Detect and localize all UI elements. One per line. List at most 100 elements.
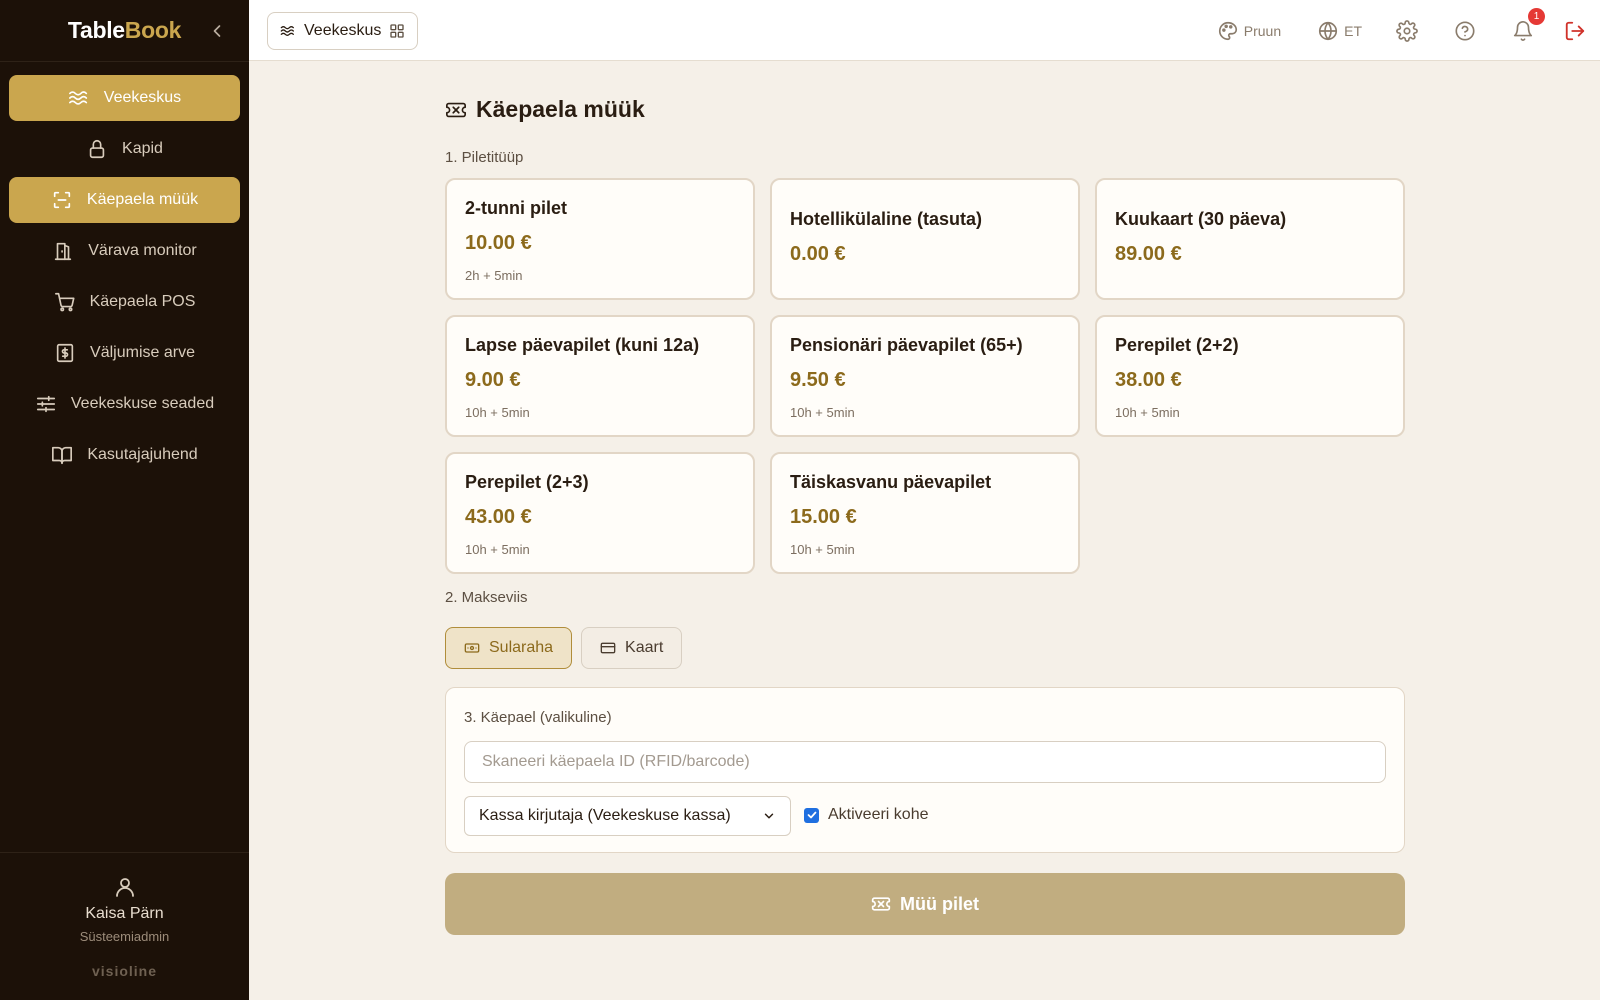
sidebar-item-label: Väljumise arve bbox=[90, 344, 195, 361]
logout-button[interactable] bbox=[1564, 20, 1586, 42]
ticket-price: 38.00 € bbox=[1115, 369, 1182, 391]
ticket-name: Pensionäri päevapilet (65+) bbox=[790, 335, 1023, 355]
app-logo[interactable]: TableBook bbox=[68, 17, 181, 44]
cash-register-selected: Kassa kirjutaja (Veekeskuse kassa) bbox=[479, 807, 731, 824]
credit-card-icon bbox=[600, 642, 616, 654]
sidebar-item-veekeskus[interactable]: Veekeskus bbox=[9, 75, 240, 121]
ticket-icon bbox=[871, 897, 891, 911]
language-label: ET bbox=[1344, 22, 1362, 39]
cash-payment-button[interactable]: Sularaha bbox=[445, 627, 573, 669]
ticket-option[interactable]: Perepilet (2+3) 43.00 € 10h + 5min bbox=[445, 452, 755, 574]
ticket-option[interactable]: Lapse päevapilet (kuni 12a) 9.00 € 10h +… bbox=[445, 315, 755, 437]
venue-switcher[interactable]: Veekeskus bbox=[267, 12, 419, 50]
ticket-price: 0.00 € bbox=[790, 243, 846, 265]
ticket-option[interactable]: 2-tunni pilet 10.00 € 2h + 5min bbox=[445, 178, 755, 300]
receipt-icon bbox=[56, 343, 74, 363]
payment-method-group: Sularaha Kaart bbox=[445, 627, 683, 669]
ticket-duration: 2h + 5min bbox=[465, 268, 523, 283]
door-icon bbox=[55, 242, 72, 261]
activate-now-label: Aktiveeri kohe bbox=[828, 806, 929, 823]
activate-now-checkbox[interactable] bbox=[804, 807, 819, 823]
user-role: Süsteemiadmin bbox=[79, 929, 170, 944]
language-selector[interactable]: ET bbox=[1317, 20, 1362, 42]
ticket-option[interactable]: Täiskasvanu päevapilet 15.00 € 10h + 5mi… bbox=[770, 452, 1080, 574]
ticket-name: Täiskasvanu päevapilet bbox=[790, 472, 992, 492]
sidebar-item-kaepaela-muuk[interactable]: Käepaela müük bbox=[9, 177, 240, 223]
help-button[interactable] bbox=[1454, 20, 1476, 42]
venue-name: Veekeskus bbox=[304, 22, 382, 39]
waves-icon bbox=[68, 91, 87, 105]
wristband-id-input[interactable] bbox=[464, 741, 1386, 783]
settings-button[interactable] bbox=[1396, 19, 1418, 42]
sidebar-item-kaepaela-pos[interactable]: Käepaela POS bbox=[9, 279, 240, 325]
ticket-name: Kuukaart (30 päeva) bbox=[1115, 209, 1287, 229]
top-actions: Pruun ET 1 bbox=[1217, 0, 1600, 61]
ticket-name: Perepilet (2+3) bbox=[465, 472, 589, 492]
sidebar-item-label: Käepaela müük bbox=[86, 191, 199, 208]
sidebar-item-label: Veekeskuse seaded bbox=[70, 395, 215, 412]
ticket-price: 89.00 € bbox=[1115, 243, 1182, 265]
wristband-section: 3. Käepael (valikuline) Kassa kirjutaja … bbox=[445, 687, 1405, 853]
ticket-price: 9.00 € bbox=[465, 369, 521, 391]
ticket-name: Lapse päevapilet (kuni 12a) bbox=[465, 335, 700, 355]
ticket-type-grid: 2-tunni pilet 10.00 € 2h + 5min Hotellik… bbox=[445, 178, 1405, 574]
cart-icon bbox=[54, 292, 75, 312]
ticket-price: 10.00 € bbox=[465, 232, 532, 254]
step3-label: 3. Käepael (valikuline) bbox=[464, 709, 612, 726]
sidebar-item-kasutajajuhend[interactable]: Kasutajajuhend bbox=[9, 432, 240, 478]
ticket-name: 2-tunni pilet bbox=[465, 198, 567, 218]
sell-ticket-button[interactable]: Müü pilet bbox=[445, 873, 1405, 935]
sliders-icon bbox=[36, 395, 55, 413]
globe-icon bbox=[1319, 21, 1338, 40]
ticket-option[interactable]: Hotellikülaline (tasuta) 0.00 € bbox=[770, 178, 1080, 300]
notification-badge: 1 bbox=[1528, 7, 1545, 25]
ticket-duration: 10h + 5min bbox=[465, 405, 530, 420]
chevron-down-icon bbox=[764, 813, 774, 819]
top-bar: Veekeskus Pruun ET 1 bbox=[249, 0, 1600, 61]
palette-icon bbox=[1218, 21, 1237, 40]
theme-selector[interactable]: Pruun bbox=[1217, 20, 1281, 42]
ticket-option[interactable]: Kuukaart (30 päeva) 89.00 € bbox=[1095, 178, 1405, 300]
sidebar-nav: Veekeskus Kapid Käepaela müük Värava mon… bbox=[0, 62, 249, 478]
waves-icon bbox=[280, 26, 294, 36]
card-payment-button[interactable]: Kaart bbox=[581, 627, 683, 669]
ticket-option[interactable]: Pensionäri päevapilet (65+) 9.50 € 10h +… bbox=[770, 315, 1080, 437]
sidebar-item-label: Käepaela POS bbox=[89, 293, 196, 310]
ticket-price: 9.50 € bbox=[790, 369, 846, 391]
user-panel: Kaisa Pärn Süsteemiadmin visioline bbox=[0, 852, 249, 1000]
sidebar-item-label: Värava monitor bbox=[88, 242, 197, 259]
notifications-button[interactable]: 1 bbox=[1512, 7, 1545, 42]
cash-register-select[interactable]: Kassa kirjutaja (Veekeskuse kassa) bbox=[464, 796, 791, 836]
scan-icon bbox=[53, 191, 71, 209]
lock-icon bbox=[89, 139, 105, 159]
activate-now-option: Aktiveeri kohe bbox=[804, 806, 929, 824]
sidebar-item-varava-monitor[interactable]: Värava monitor bbox=[9, 228, 240, 274]
sidebar-item-kapid[interactable]: Kapid bbox=[9, 126, 240, 172]
step2-label: 2. Makseviis bbox=[445, 589, 528, 606]
brand-header: TableBook bbox=[0, 0, 249, 62]
ticket-name: Hotellikülaline (tasuta) bbox=[790, 209, 983, 229]
logout-icon bbox=[1565, 21, 1585, 40]
user-name: Kaisa Pärn bbox=[85, 905, 164, 922]
check-icon bbox=[807, 811, 816, 819]
ticket-duration: 10h + 5min bbox=[790, 405, 855, 420]
ticket-price: 43.00 € bbox=[465, 506, 532, 528]
ticket-name: Perepilet (2+2) bbox=[1115, 335, 1239, 355]
help-icon bbox=[1455, 20, 1475, 41]
step1-label: 1. Piletitüüp bbox=[445, 149, 524, 166]
ticket-duration: 10h + 5min bbox=[790, 542, 855, 557]
collapse-sidebar-button[interactable] bbox=[207, 21, 227, 41]
grid-icon bbox=[390, 24, 405, 38]
footer-brand: visioline bbox=[91, 963, 158, 979]
ticket-duration: 10h + 5min bbox=[465, 542, 530, 557]
ticket-price: 15.00 € bbox=[790, 506, 857, 528]
ticket-icon bbox=[446, 102, 466, 117]
theme-label: Pruun bbox=[1243, 22, 1282, 39]
page-title: Käepaela müük bbox=[445, 96, 645, 123]
sidebar-item-veekeskuse-seaded[interactable]: Veekeskuse seaded bbox=[9, 381, 240, 427]
cash-icon bbox=[464, 643, 480, 653]
sidebar-item-label: Veekeskus bbox=[103, 89, 182, 106]
ticket-duration: 10h + 5min bbox=[1115, 405, 1180, 420]
ticket-option[interactable]: Perepilet (2+2) 38.00 € 10h + 5min bbox=[1095, 315, 1405, 437]
sidebar-item-valjumise-arve[interactable]: Väljumise arve bbox=[9, 330, 240, 376]
